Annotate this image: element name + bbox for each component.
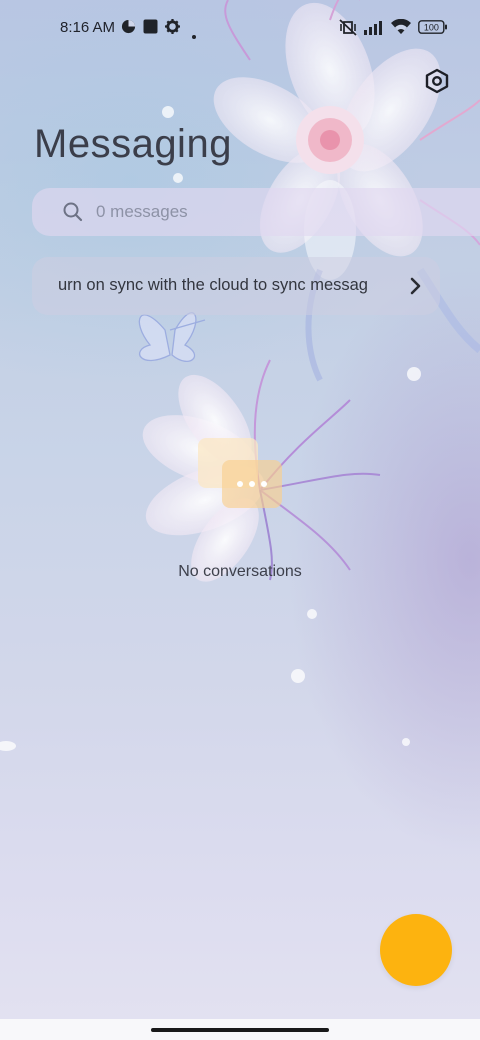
search-icon bbox=[62, 201, 84, 228]
signal-icon bbox=[364, 19, 386, 40]
sync-banner-text: urn on sync with the cloud to sync messa… bbox=[58, 276, 368, 294]
chevron-right-icon bbox=[408, 276, 422, 301]
square-notification-icon bbox=[143, 19, 158, 39]
empty-state-text: No conversations bbox=[178, 563, 302, 580]
hexagon-settings-icon bbox=[425, 68, 449, 94]
settings-button[interactable] bbox=[420, 64, 454, 98]
home-indicator[interactable] bbox=[151, 1028, 329, 1032]
vibrate-off-icon bbox=[338, 19, 358, 41]
status-time: 8:16 AM bbox=[60, 19, 116, 36]
dot-icon bbox=[192, 26, 196, 44]
wifi-icon bbox=[391, 18, 411, 40]
data-saver-icon bbox=[121, 19, 136, 39]
status-bar: 8:16 AM 100 bbox=[0, 0, 480, 56]
search-input[interactable] bbox=[96, 201, 456, 223]
gear-icon bbox=[165, 19, 180, 39]
cloud-sync-banner[interactable]: urn on sync with the cloud to sync messa… bbox=[32, 257, 440, 315]
page-title: Messaging bbox=[34, 122, 232, 166]
new-message-button[interactable] bbox=[380, 914, 452, 986]
empty-conversations-illustration bbox=[196, 438, 286, 518]
battery-icon: 100 bbox=[418, 20, 448, 39]
battery-level: 100 bbox=[424, 23, 439, 33]
